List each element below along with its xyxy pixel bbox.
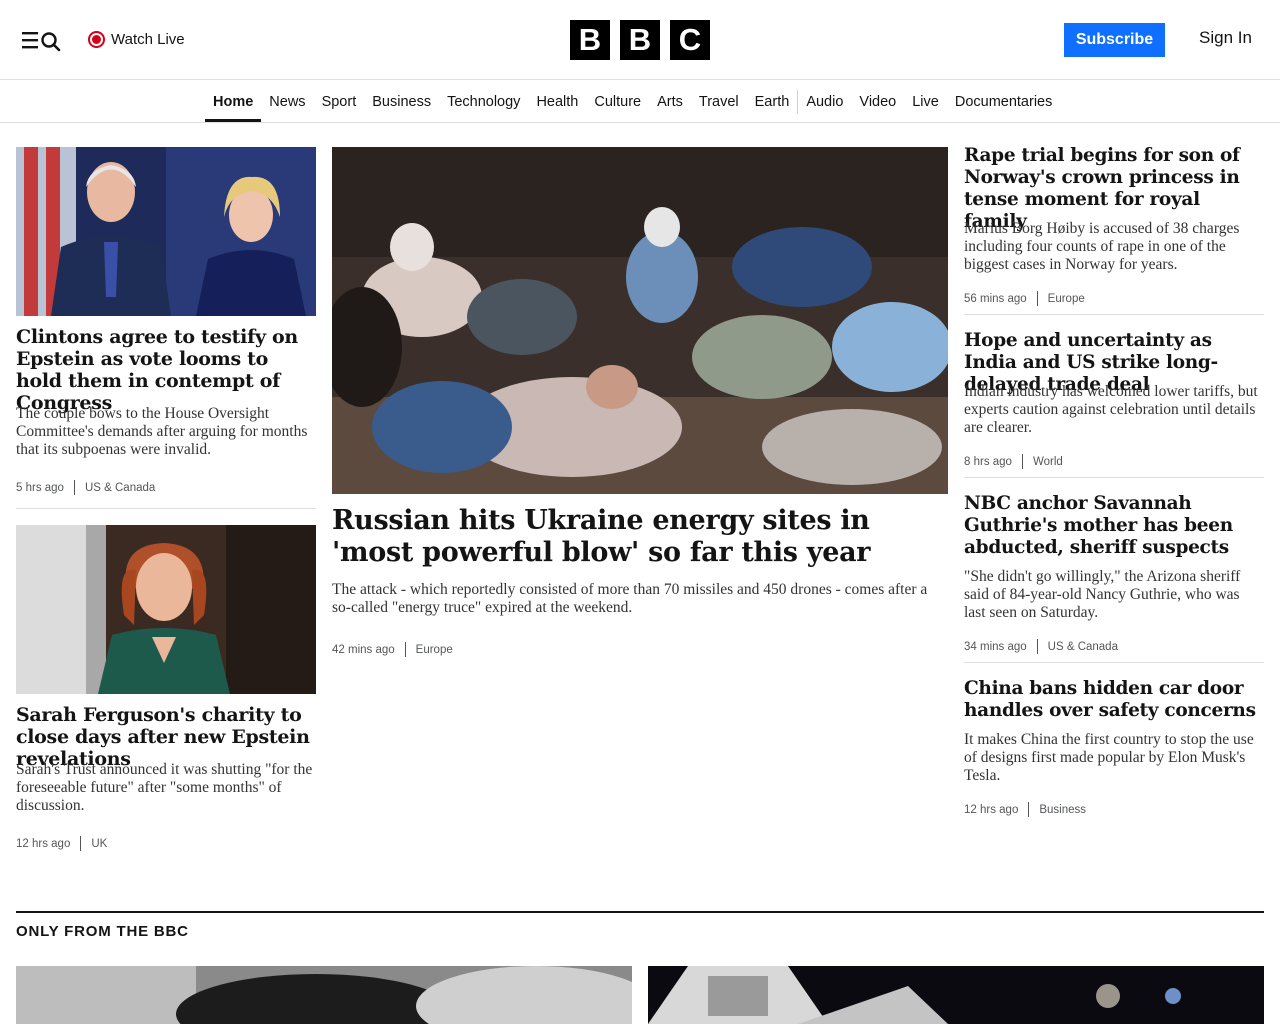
watch-live-button[interactable]: Watch Live <box>88 28 185 50</box>
story-meta-ferguson: 12 hrs ago UK <box>16 836 107 851</box>
feature-image-right[interactable] <box>648 966 1264 1024</box>
story-time: 5 hrs ago <box>16 481 64 494</box>
story-time: 34 mins ago <box>964 640 1027 653</box>
story-meta-china-doors: 12 hrs ago Business <box>964 802 1086 817</box>
bw-portrait-image <box>16 966 632 1024</box>
story-summary-china-doors: It makes China the first country to stop… <box>964 731 1254 784</box>
story-time: 12 hrs ago <box>964 803 1019 816</box>
subscribe-button[interactable]: Subscribe <box>1064 23 1165 57</box>
story-meta-norway: 56 mins ago Europe <box>964 291 1085 306</box>
sign-in-button[interactable]: Sign In <box>1199 28 1252 48</box>
main-story-headline[interactable]: Russian hits Ukraine energy sites in 'mo… <box>332 505 932 569</box>
meta-divider <box>73 480 75 495</box>
nav-item-arts[interactable]: Arts <box>649 81 691 122</box>
story-divider <box>964 477 1264 478</box>
shelter-crowd-photo-image <box>332 147 948 494</box>
story-meta-india-trade: 8 hrs ago World <box>964 454 1063 469</box>
nav-list: Home News Sport Business Technology Heal… <box>205 81 1060 122</box>
nav-item-documentaries[interactable]: Documentaries <box>947 81 1061 122</box>
section-title-only-from-bbc: ONLY FROM THE BBC <box>16 923 189 940</box>
feature-image-left[interactable] <box>16 966 632 1024</box>
nav-item-video[interactable]: Video <box>851 81 904 122</box>
story-summary-india-trade: Indian industry has welcomed lower tarif… <box>964 383 1258 436</box>
story-divider <box>964 662 1264 663</box>
meta-divider <box>404 642 406 657</box>
story-headline-china-doors[interactable]: China bans hidden car door handles over … <box>964 678 1264 722</box>
story-meta-guthrie: 34 mins ago US & Canada <box>964 639 1118 654</box>
story-meta-clintons: 5 hrs ago US & Canada <box>16 480 155 495</box>
story-headline-guthrie[interactable]: NBC anchor Savannah Guthrie's mother has… <box>964 493 1264 559</box>
logo-letter: C <box>670 20 710 60</box>
ferguson-photo-image <box>16 525 316 694</box>
main-story-summary: The attack - which reportedly consisted … <box>332 581 928 616</box>
story-category-link[interactable]: US & Canada <box>85 482 155 494</box>
story-category-link[interactable]: Europe <box>1048 293 1085 305</box>
menu-search-icon <box>22 32 61 52</box>
nav-item-sport[interactable]: Sport <box>314 81 365 122</box>
space-station-image <box>648 966 1264 1024</box>
logo-letter: B <box>570 20 610 60</box>
menu-search-button[interactable] <box>20 28 62 52</box>
story-summary-guthrie: "She didn't go willingly," the Arizona s… <box>964 568 1241 621</box>
top-header: Watch Live B B C Subscribe Sign In <box>0 0 1280 80</box>
story-divider <box>16 508 316 509</box>
live-indicator-icon <box>88 30 105 48</box>
nav-item-news[interactable]: News <box>261 81 313 122</box>
bbc-logo[interactable]: B B C <box>570 20 710 60</box>
nav-item-audio[interactable]: Audio <box>798 81 851 122</box>
story-category-link[interactable]: Business <box>1039 804 1086 816</box>
story-image-ferguson[interactable] <box>16 525 316 694</box>
nav-item-travel[interactable]: Travel <box>691 81 747 122</box>
logo-letter: B <box>620 20 660 60</box>
meta-divider <box>80 836 82 851</box>
story-time: 8 hrs ago <box>964 455 1012 468</box>
story-summary-clintons: The couple bows to the House Oversight C… <box>16 405 308 458</box>
story-time: 56 mins ago <box>964 292 1027 305</box>
story-summary-ferguson: Sarah's Trust announced it was shutting … <box>16 761 313 814</box>
meta-divider <box>1021 454 1023 469</box>
story-category-link[interactable]: World <box>1033 456 1063 468</box>
meta-divider <box>1036 639 1038 654</box>
nav-item-business[interactable]: Business <box>364 81 439 122</box>
story-image-clintons[interactable] <box>16 147 316 316</box>
story-time: 42 mins ago <box>332 643 395 656</box>
story-time: 12 hrs ago <box>16 837 71 850</box>
nav-item-health[interactable]: Health <box>528 81 586 122</box>
main-nav: Home News Sport Business Technology Heal… <box>0 81 1280 123</box>
story-divider <box>964 314 1264 315</box>
story-category-link[interactable]: UK <box>91 838 107 850</box>
nav-item-technology[interactable]: Technology <box>439 81 528 122</box>
main-story-meta: 42 mins ago Europe <box>332 642 453 657</box>
story-summary-norway: Marius Borg Høiby is accused of 38 charg… <box>964 220 1240 273</box>
story-headline-clintons[interactable]: Clintons agree to testify on Epstein as … <box>16 326 316 414</box>
watch-live-label: Watch Live <box>111 30 185 48</box>
main-story-image[interactable] <box>332 147 948 494</box>
story-category-link[interactable]: US & Canada <box>1048 641 1118 653</box>
clintons-photo-image <box>16 147 316 316</box>
nav-item-live[interactable]: Live <box>904 81 947 122</box>
story-category-link[interactable]: Europe <box>416 644 453 656</box>
nav-item-culture[interactable]: Culture <box>586 81 649 122</box>
nav-item-home[interactable]: Home <box>205 81 262 122</box>
section-rule <box>16 911 1264 913</box>
meta-divider <box>1028 802 1030 817</box>
meta-divider <box>1036 291 1038 306</box>
nav-item-earth[interactable]: Earth <box>747 81 798 122</box>
